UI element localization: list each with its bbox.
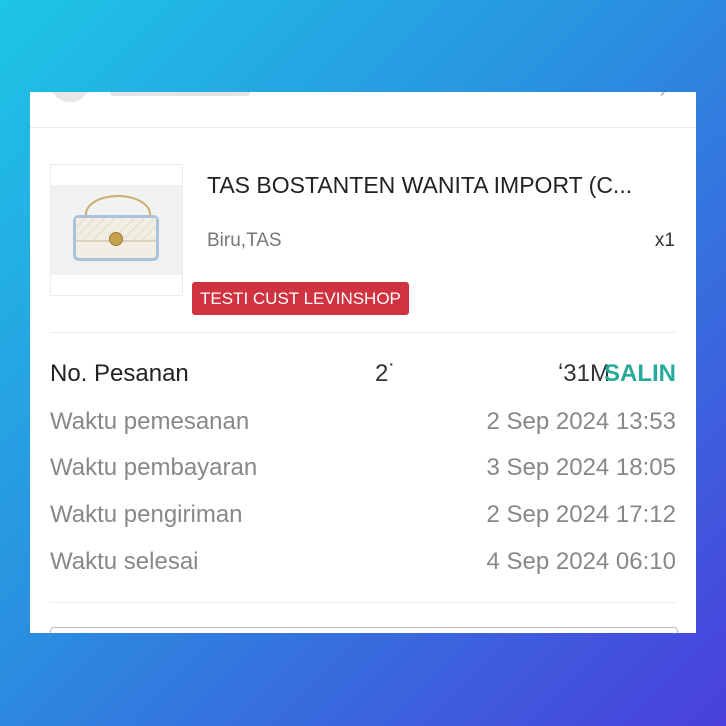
handbag-icon (73, 215, 159, 261)
product-variant: Biru,TAS (207, 230, 282, 251)
divider (50, 602, 676, 603)
order-detail-card: › TAS BOSTANTEN WANITA IMPORT (C... Biru… (30, 92, 696, 633)
order-number-end: ʻ31M (557, 360, 610, 387)
detail-label: Waktu pemesanan (50, 408, 250, 435)
divider (50, 332, 676, 333)
detail-row: Waktu pemesanan 2 Sep 2024 13:53 (50, 408, 676, 438)
promo-badge: TESTI CUST LEVINSHOP (192, 282, 409, 315)
detail-label: Waktu pembayaran (50, 454, 258, 481)
order-number-label: No. Pesanan (50, 360, 189, 387)
detail-value: 4 Sep 2024 06:10 (486, 548, 676, 575)
order-number-start: 2˙ (375, 360, 397, 387)
shop-header[interactable]: › (30, 92, 696, 128)
bag-clasp-icon (109, 232, 123, 246)
shop-name-placeholder (110, 92, 250, 96)
detail-label: Waktu selesai (50, 548, 199, 575)
shop-avatar (52, 92, 88, 102)
product-title[interactable]: TAS BOSTANTEN WANITA IMPORT (C... (207, 172, 677, 199)
detail-row: Waktu pengiriman 2 Sep 2024 17:12 (50, 501, 676, 531)
copy-order-number-button[interactable]: SALIN (604, 360, 676, 388)
detail-row: Waktu pembayaran 3 Sep 2024 18:05 (50, 454, 676, 484)
detail-label: Waktu pengiriman (50, 501, 243, 528)
detail-value: 3 Sep 2024 18:05 (486, 454, 676, 481)
detail-value: 2 Sep 2024 17:12 (486, 501, 676, 528)
product-quantity: x1 (654, 230, 675, 251)
action-button-outline[interactable] (50, 627, 678, 633)
detail-value: 2 Sep 2024 13:53 (486, 408, 676, 435)
product-thumbnail[interactable] (50, 164, 183, 296)
detail-row: Waktu selesai 4 Sep 2024 06:10 (50, 548, 676, 578)
order-number-row: No. Pesanan 2˙ ʻ31M SALIN (50, 360, 676, 390)
chevron-right-icon: › (659, 92, 666, 103)
